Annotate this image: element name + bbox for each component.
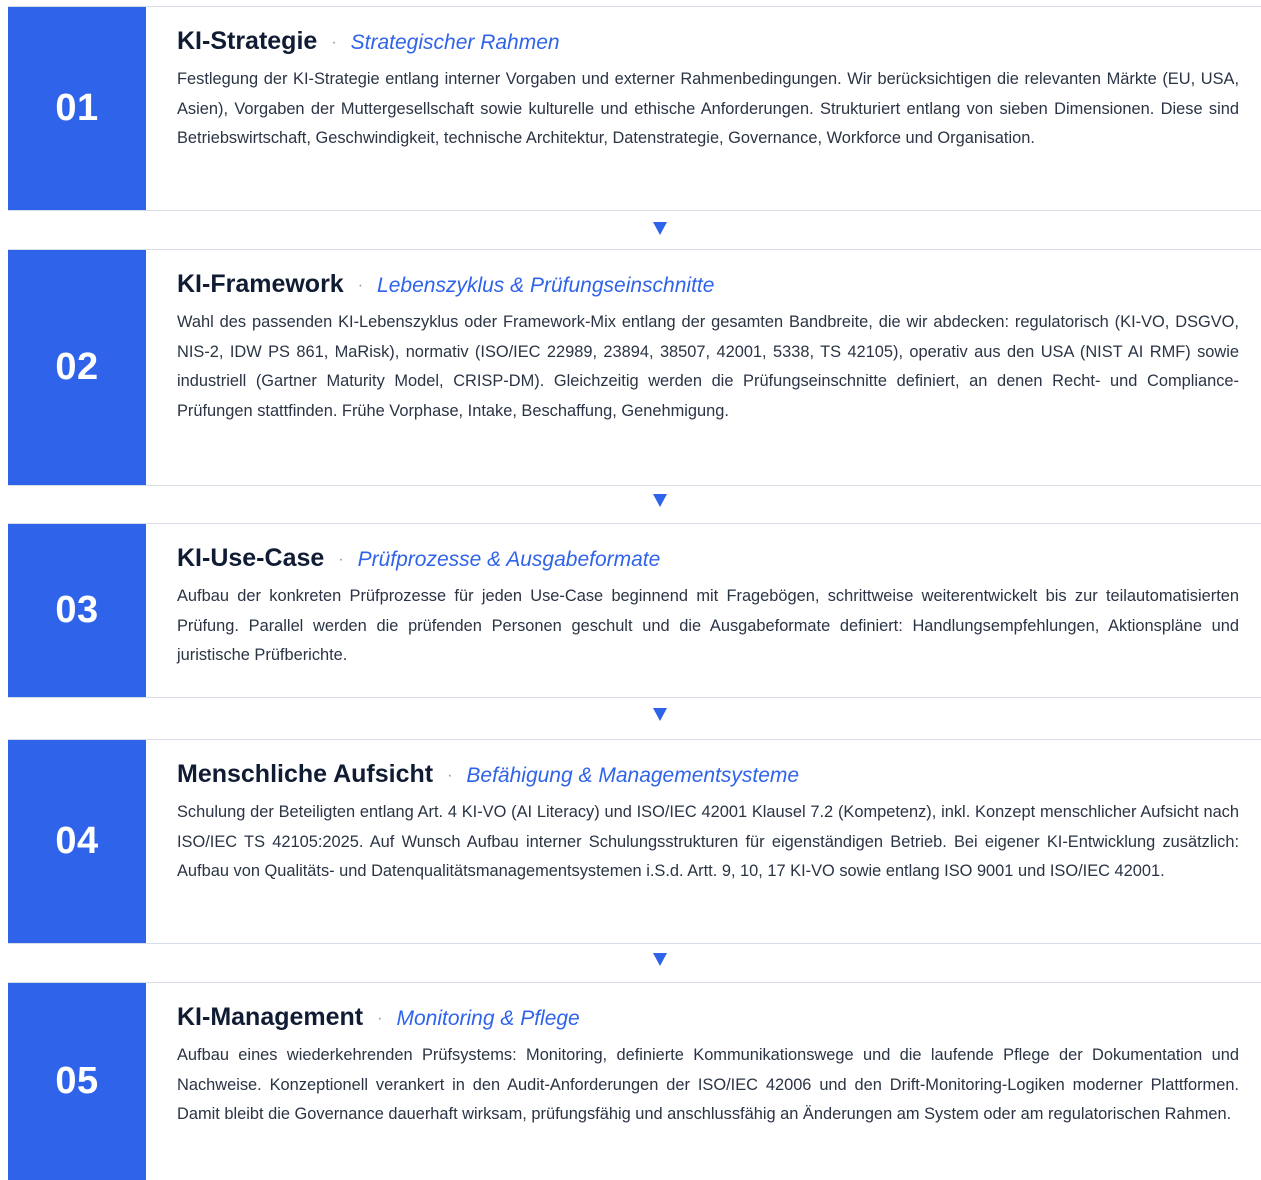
- step-subtitle: Strategischer Rahmen: [350, 31, 560, 54]
- step-title: KI-Framework: [177, 270, 344, 298]
- down-triangle-icon: [653, 708, 667, 721]
- step-subtitle: Befähigung & Managementsysteme: [466, 764, 800, 787]
- step-body: KI-Framework · Lebenszyklus & Prüfungsei…: [146, 250, 1261, 485]
- separator-dot: ·: [377, 1010, 383, 1027]
- separator-dot: ·: [447, 767, 453, 784]
- step-body: KI-Use-Case · Prüfprozesse & Ausgabeform…: [146, 524, 1261, 697]
- step-description: Aufbau der konkreten Prüfprozesse für je…: [177, 587, 1239, 665]
- step-body: Menschliche Aufsicht · Befähigung & Mana…: [146, 740, 1261, 943]
- step-heading: Menschliche Aufsicht · Befähigung & Mana…: [177, 760, 1239, 789]
- step-subtitle: Monitoring & Pflege: [396, 1007, 580, 1030]
- step-05: 05 KI-Management · Monitoring & Pflege A…: [8, 982, 1261, 1180]
- step-number: 04: [8, 740, 146, 943]
- step-title: KI-Management: [177, 1003, 364, 1031]
- separator-dot: ·: [357, 277, 364, 294]
- step-body: KI-Strategie · Strategischer Rahmen Fest…: [146, 7, 1261, 210]
- down-triangle-icon: [653, 494, 667, 507]
- down-triangle-icon: [653, 222, 667, 235]
- step-number: 05: [8, 983, 146, 1180]
- step-01: 01 KI-Strategie · Strategischer Rahmen F…: [8, 6, 1261, 211]
- step-number: 01: [8, 7, 146, 210]
- down-triangle-icon: [653, 953, 667, 966]
- step-number: 03: [8, 524, 146, 697]
- step-body: KI-Management · Monitoring & Pflege Aufb…: [146, 983, 1261, 1180]
- step-description: Schulung der Beteiligten entlang Art. 4 …: [177, 803, 1239, 881]
- step-description: Wahl des passenden KI-Lebenszyklus oder …: [177, 313, 1239, 420]
- step-heading: KI-Management · Monitoring & Pflege: [177, 1003, 1239, 1032]
- step-subtitle: Lebenszyklus & Prüfungseinschnitte: [377, 274, 715, 297]
- step-description: Festlegung der KI-Strategie entlang inte…: [177, 70, 1239, 148]
- step-heading: KI-Use-Case · Prüfprozesse & Ausgabeform…: [177, 544, 1239, 573]
- step-number: 02: [8, 250, 146, 485]
- step-02: 02 KI-Framework · Lebenszyklus & Prüfung…: [8, 249, 1261, 486]
- step-heading: KI-Framework · Lebenszyklus & Prüfungsei…: [177, 270, 1239, 299]
- step-description: Aufbau eines wiederkehrenden Prüfsystems…: [177, 1046, 1239, 1124]
- step-heading: KI-Strategie · Strategischer Rahmen: [177, 27, 1239, 56]
- step-title: KI-Use-Case: [177, 544, 325, 572]
- step-04: 04 Menschliche Aufsicht · Befähigung & M…: [8, 739, 1261, 944]
- separator-dot: ·: [331, 34, 337, 51]
- step-title: KI-Strategie: [177, 27, 318, 55]
- step-subtitle: Prüfprozesse & Ausgabeformate: [357, 548, 661, 571]
- separator-dot: ·: [338, 551, 344, 568]
- step-title: Menschliche Aufsicht: [177, 760, 434, 788]
- step-03: 03 KI-Use-Case · Prüfprozesse & Ausgabef…: [8, 523, 1261, 698]
